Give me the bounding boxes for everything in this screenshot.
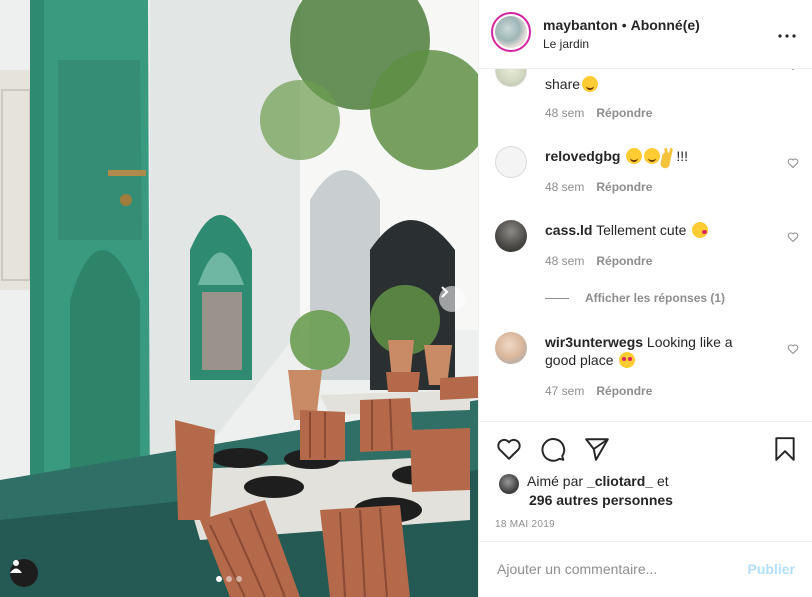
comment-avatar[interactable] (495, 332, 527, 364)
heart-icon[interactable] (787, 69, 799, 71)
comment-body: !!! (676, 148, 689, 164)
avatar[interactable] (491, 12, 531, 52)
comment-text: cass.ld Tellement cute (545, 221, 765, 239)
comment-icon[interactable] (540, 436, 566, 462)
location-link[interactable]: Le jardin (543, 37, 589, 51)
comment-meta: 48 sem Répondre (545, 180, 652, 194)
smile-emoji-icon (626, 148, 643, 164)
comments-list[interactable]: share 48 sem Répondre relovedgbg !!! 48 s… (479, 69, 812, 421)
comment-time[interactable]: 48 sem (545, 180, 584, 194)
heart-eyes-emoji-icon (619, 352, 636, 368)
add-comment-bar: Ajouter un commentaire... Publier (479, 541, 812, 597)
post-photo[interactable] (0, 0, 478, 597)
reply-button[interactable]: Répondre (596, 384, 652, 398)
publish-button[interactable]: Publier (748, 561, 795, 577)
comment-time[interactable]: 48 sem (545, 106, 584, 120)
post-detail-panel: maybanton • Abonné(e) Le jardin share 48 s… (478, 0, 812, 597)
comment-username[interactable]: cass.ld (545, 222, 592, 238)
heart-icon[interactable] (787, 231, 799, 243)
comment-text: share (545, 75, 765, 93)
bookmark-icon[interactable] (772, 436, 798, 462)
comment-time[interactable]: 48 sem (545, 254, 584, 268)
comment-avatar[interactable] (495, 69, 527, 87)
smile-emoji-icon (644, 148, 661, 164)
smile-emoji-icon (582, 76, 599, 92)
next-photo-button[interactable] (439, 286, 465, 312)
post-actions: Aimé par _cliotard_ et 296 autres person… (479, 421, 812, 541)
more-options-button[interactable] (778, 22, 796, 43)
comment-username[interactable]: relovedgbg (545, 148, 620, 164)
heart-icon[interactable] (787, 157, 799, 169)
kiss-emoji-icon (692, 222, 709, 238)
comment-avatar[interactable] (495, 220, 527, 252)
liker-username[interactable]: _cliotard_ (587, 473, 653, 489)
comment-body: share (545, 76, 581, 92)
reply-button[interactable]: Répondre (596, 180, 652, 194)
view-replies-label: Afficher les réponses (1) (585, 291, 726, 305)
view-replies-button[interactable]: Afficher les réponses (1) (545, 291, 725, 305)
carousel-dot (226, 576, 232, 582)
comment-text: wir3unterwegs Looking like a good place (545, 333, 765, 369)
comment-body: Tellement cute (596, 222, 687, 238)
heart-icon[interactable] (787, 343, 799, 355)
comment-meta: 48 sem Répondre (545, 254, 652, 268)
comment-meta: 48 sem Répondre (545, 106, 652, 120)
comment-username[interactable]: wir3unterwegs (545, 334, 643, 350)
reply-button[interactable]: Répondre (596, 106, 652, 120)
comment-input[interactable]: Ajouter un commentaire... (497, 561, 657, 577)
heart-icon[interactable] (496, 436, 522, 462)
courtyard-photo (0, 0, 478, 597)
divider (545, 297, 569, 299)
user-icon (10, 560, 22, 573)
username-link[interactable]: maybanton (543, 17, 618, 33)
avatar[interactable] (499, 474, 519, 494)
other-likes-button[interactable]: 296 autres personnes (529, 491, 769, 509)
reply-button[interactable]: Répondre (596, 254, 652, 268)
likes-prefix: Aimé par (527, 473, 584, 489)
comment-avatar[interactable] (495, 146, 527, 178)
comment-text: relovedgbg !!! (545, 147, 765, 165)
tagged-users-button[interactable] (10, 559, 38, 587)
chevron-right-icon (441, 286, 449, 298)
carousel-dot (236, 576, 242, 582)
separator: • (621, 17, 627, 33)
likes-line: Aimé par _cliotard_ et (527, 472, 767, 490)
comment-meta: 47 sem Répondre (545, 384, 652, 398)
follow-status[interactable]: Abonné(e) (631, 17, 700, 33)
post-date[interactable]: 18 MAI 2019 (495, 519, 555, 530)
comment-time[interactable]: 47 sem (545, 384, 584, 398)
more-horizontal-icon (778, 34, 796, 38)
victory-hand-emoji-icon (662, 148, 676, 164)
carousel-dot (216, 576, 222, 582)
header-user-line: maybanton • Abonné(e) (543, 17, 700, 33)
likes-suffix: et (656, 473, 669, 489)
carousel-indicator (216, 576, 242, 582)
paper-plane-icon[interactable] (584, 436, 610, 462)
post-header: maybanton • Abonné(e) Le jardin (479, 0, 812, 69)
